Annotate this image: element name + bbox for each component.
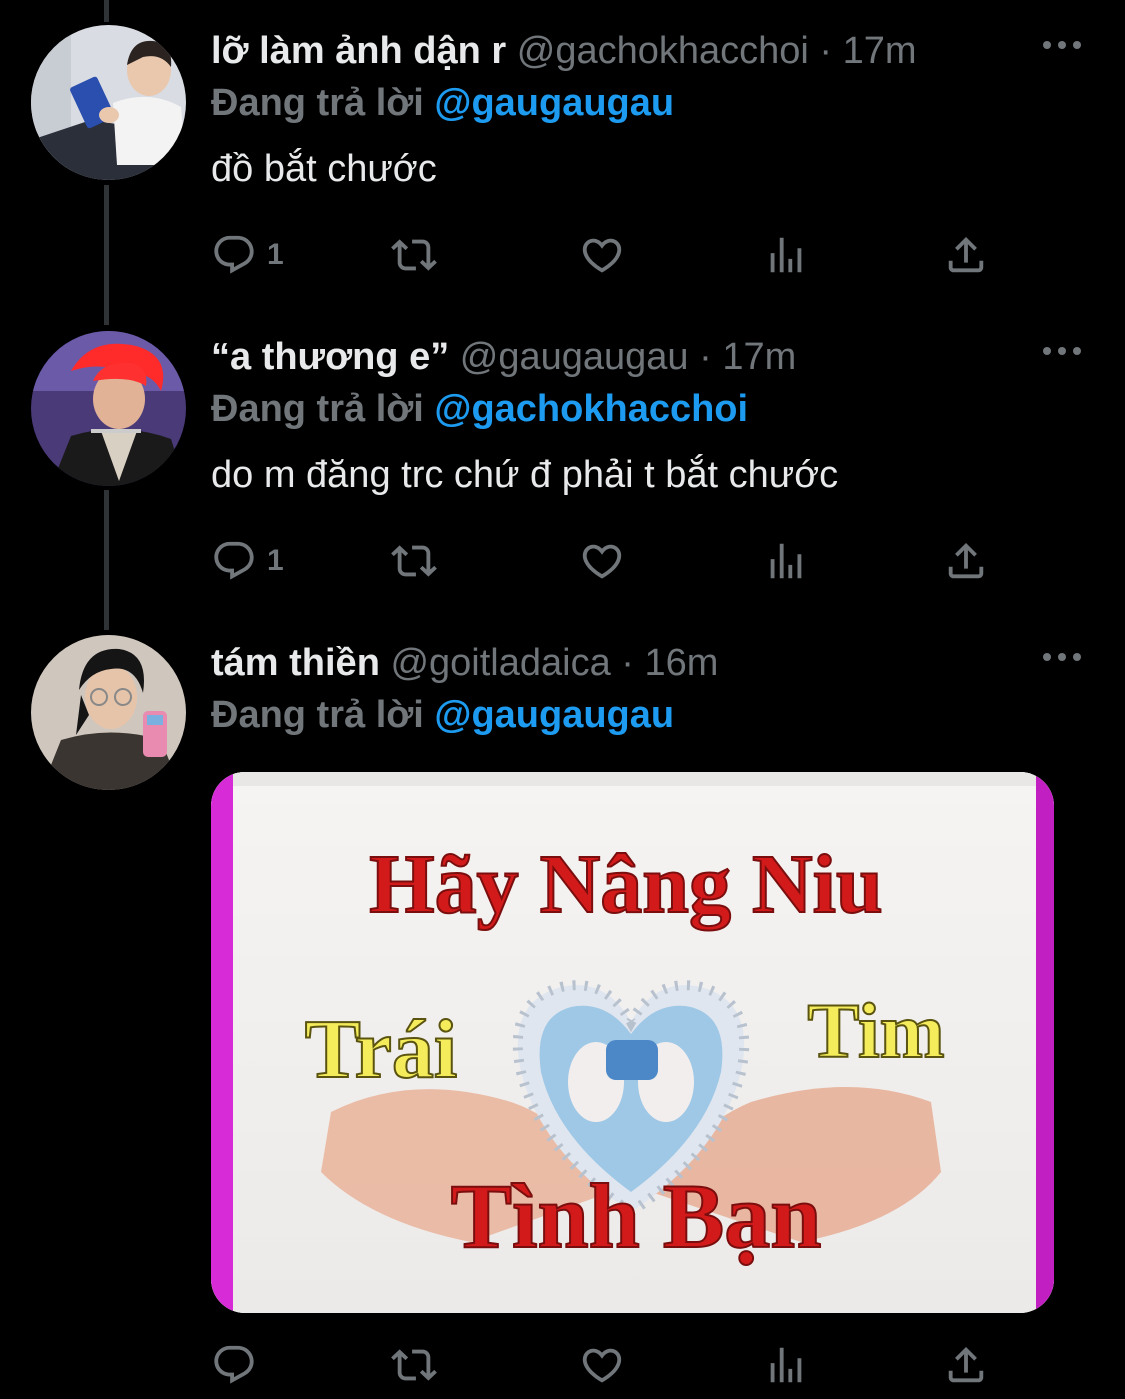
mention-link[interactable]: @gaugaugau (434, 82, 674, 124)
reply-count: 1 (267, 238, 284, 271)
separator: · (699, 336, 712, 378)
share-button[interactable] (943, 1340, 989, 1390)
action-bar (211, 1340, 1001, 1390)
share-icon (943, 232, 989, 278)
tweet[interactable]: “a thương e” @gaugaugau · 17m Đang trả l… (0, 306, 1125, 612)
action-bar: 1 (211, 536, 1001, 586)
reply-button[interactable]: 1 (211, 536, 284, 586)
timestamp[interactable]: 16m (645, 642, 719, 684)
reply-icon (211, 1342, 257, 1388)
tweet[interactable]: lỡ làm ảnh dận r @gachokhacchoi · 17m Đa… (0, 0, 1125, 306)
tweet-header: “a thương e” @gaugaugau · 17m (211, 334, 796, 380)
more-icon[interactable] (1042, 344, 1082, 364)
replying-to-label: Đang trả lời (211, 388, 424, 430)
tweet-header: lỡ làm ảnh dận r @gachokhacchoi · 17m (211, 28, 917, 74)
user-handle[interactable]: @gaugaugau (460, 336, 689, 378)
like-button[interactable] (579, 536, 625, 586)
reply-icon (211, 232, 257, 278)
more-icon[interactable] (1042, 650, 1082, 670)
like-button[interactable] (579, 230, 625, 280)
avatar[interactable] (31, 635, 186, 790)
friendship-heart-image: Hãy Nâng Niu Trái Tim Tình Bạn (211, 772, 1054, 1313)
display-name[interactable]: lỡ làm ảnh dận r (211, 30, 506, 72)
display-name[interactable]: “a thương e” (211, 336, 449, 378)
views-button[interactable] (763, 536, 809, 586)
tweet-media-image[interactable]: Hãy Nâng Niu Trái Tim Tình Bạn (211, 772, 1054, 1313)
views-icon (763, 538, 809, 584)
tweet-text: đồ bắt chước (211, 148, 437, 190)
image-text-line3: Tình Bạn (451, 1165, 822, 1267)
user-handle[interactable]: @goitladaica (390, 642, 610, 684)
tweet-header: tám thiền @goitladaica · 16m (211, 640, 718, 686)
image-text-line1: Hãy Nâng Niu (369, 838, 882, 931)
reply-count: 1 (267, 544, 284, 577)
share-icon (943, 538, 989, 584)
retweet-icon (391, 538, 437, 584)
views-icon (763, 232, 809, 278)
separator: · (819, 30, 833, 72)
replying-to: Đang trả lời @gachokhacchoi (211, 386, 748, 432)
replying-to-label: Đang trả lời (211, 82, 424, 124)
mention-link[interactable]: @gachokhacchoi (434, 388, 748, 430)
retweet-button[interactable] (391, 536, 437, 586)
views-icon (763, 1342, 809, 1388)
reply-button[interactable]: 1 (211, 230, 284, 280)
replying-to-label: Đang trả lời (211, 694, 424, 736)
timestamp[interactable]: 17m (722, 336, 796, 378)
like-icon (579, 1342, 625, 1388)
avatar[interactable] (31, 25, 186, 180)
like-button[interactable] (579, 1340, 625, 1390)
more-icon[interactable] (1042, 38, 1082, 58)
like-icon (579, 232, 625, 278)
like-icon (579, 538, 625, 584)
retweet-button[interactable] (391, 230, 437, 280)
separator: · (621, 642, 634, 684)
timestamp[interactable]: 17m (843, 30, 917, 72)
replying-to: Đang trả lời @gaugaugau (211, 80, 674, 126)
avatar[interactable] (31, 331, 186, 486)
share-button[interactable] (943, 536, 989, 586)
display-name[interactable]: tám thiền (211, 642, 380, 684)
retweet-button[interactable] (391, 1340, 437, 1390)
user-handle[interactable]: @gachokhacchoi (517, 30, 809, 72)
replying-to: Đang trả lời @gaugaugau (211, 692, 674, 738)
action-bar: 1 (211, 230, 1001, 280)
mention-link[interactable]: @gaugaugau (434, 694, 674, 736)
retweet-icon (391, 232, 437, 278)
share-button[interactable] (943, 230, 989, 280)
share-icon (943, 1342, 989, 1388)
views-button[interactable] (763, 1340, 809, 1390)
tweet-text: do m đăng trc chứ đ phải t bắt chước (211, 454, 839, 496)
image-text-right: Tim (807, 987, 944, 1074)
image-text-left: Trái (305, 1003, 457, 1096)
reply-button[interactable] (211, 1340, 257, 1390)
retweet-icon (391, 1342, 437, 1388)
reply-icon (211, 538, 257, 584)
views-button[interactable] (763, 230, 809, 280)
